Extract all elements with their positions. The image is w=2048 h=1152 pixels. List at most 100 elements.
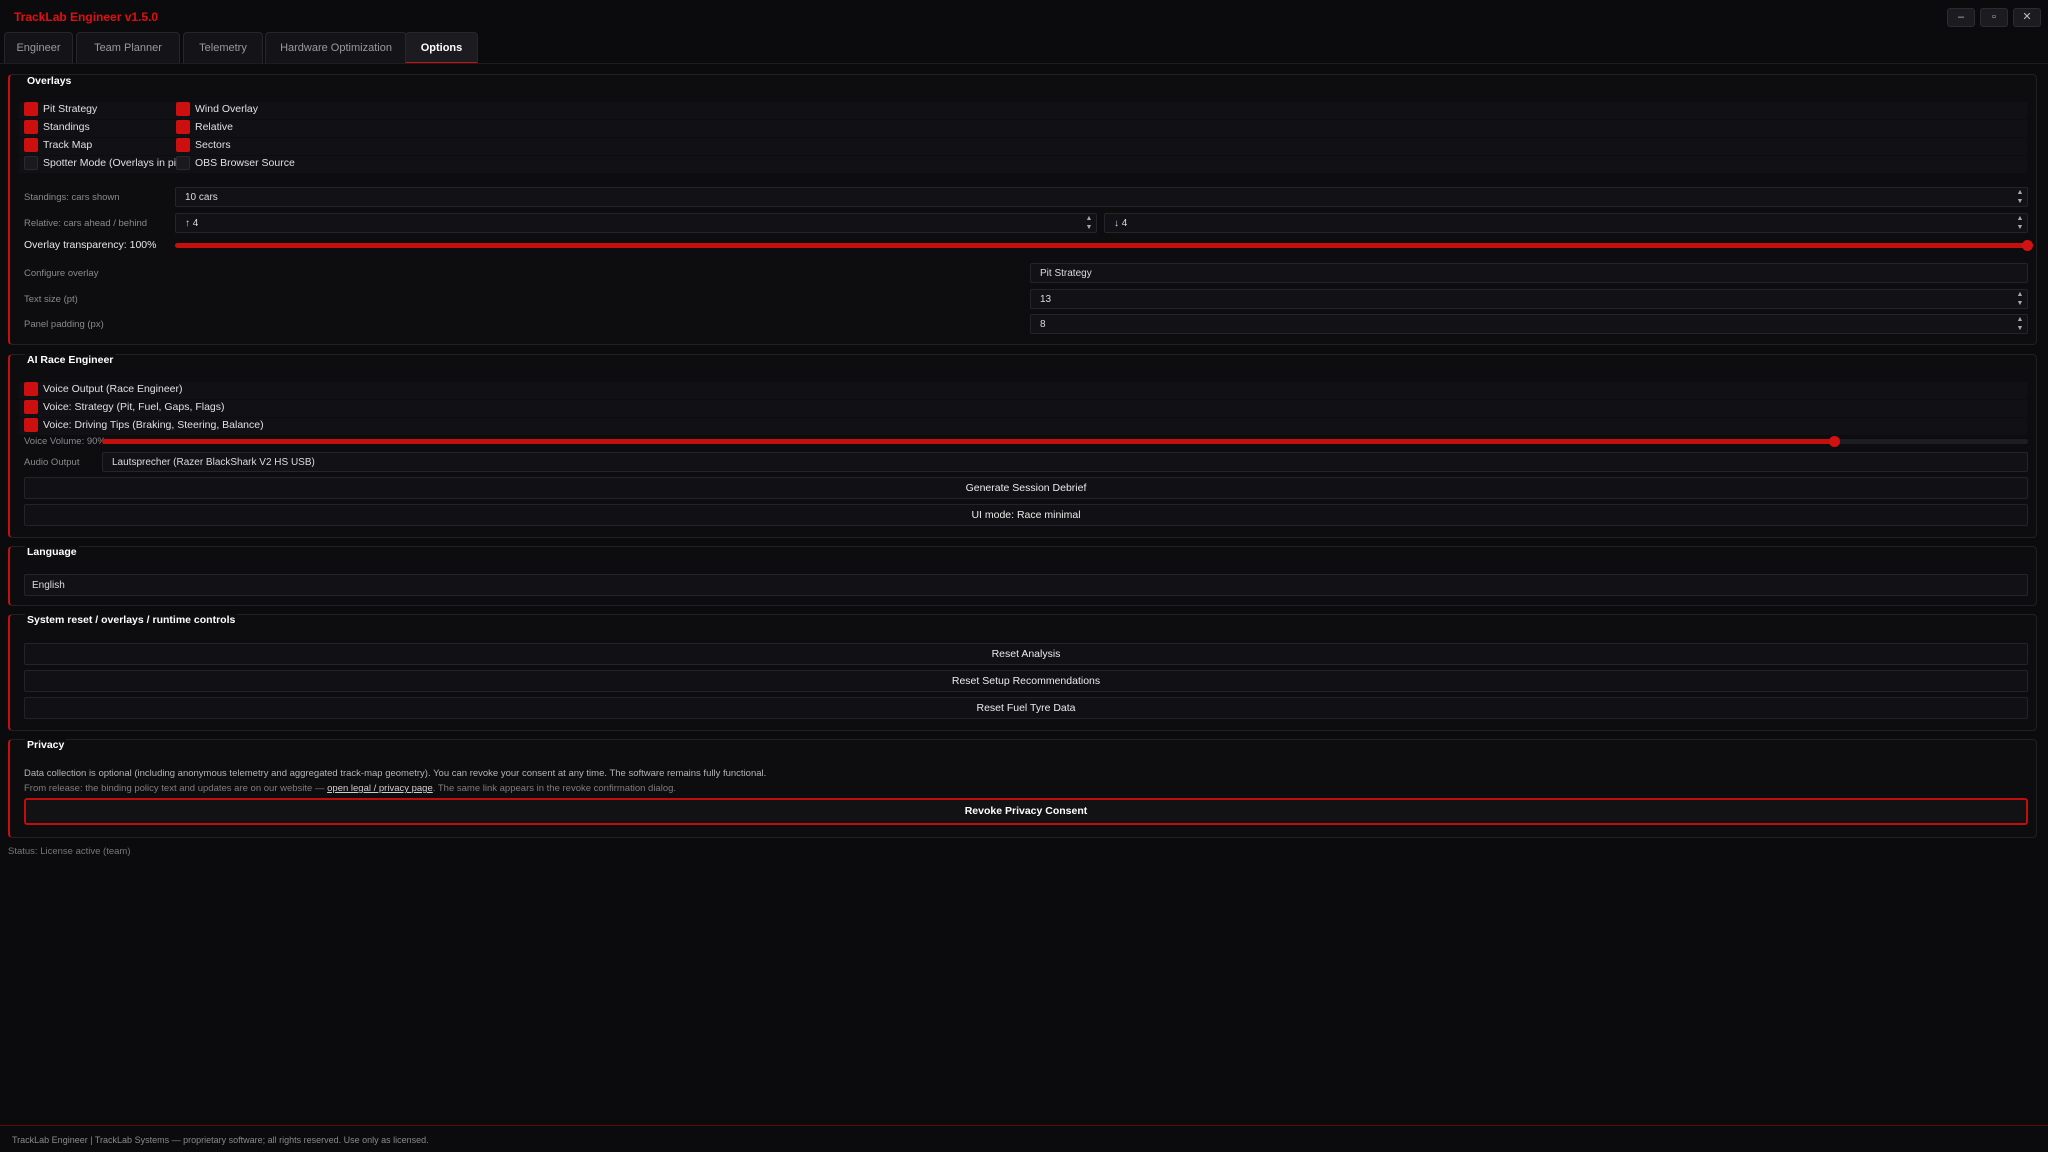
spotter-mode-label: Spotter Mode (Overlays in pit) — [43, 157, 183, 169]
transparency-slider-handle[interactable] — [2022, 240, 2033, 251]
wind-overlay-label: Wind Overlay — [195, 103, 259, 115]
audio-output-select[interactable]: Lautsprecher (Razer BlackShark V2 HS USB… — [102, 452, 2028, 472]
stripe — [19, 156, 2027, 173]
minimize-button[interactable]: – — [1947, 8, 1975, 27]
footer-divider — [0, 1125, 2048, 1126]
voice-volume-slider-fill — [102, 439, 1835, 444]
privacy-title: Privacy — [25, 739, 67, 751]
close-button[interactable]: ✕ — [2013, 8, 2041, 27]
app-title: TrackLab Engineer v1.5.0 — [14, 10, 159, 24]
overlays-title: Overlays — [25, 75, 74, 87]
voice-volume-label: Voice Volume: 90% — [24, 436, 106, 447]
title-bar: TrackLab Engineer v1.5.0 – ▫ ✕ — [0, 0, 2048, 30]
tab-options[interactable]: Options — [405, 32, 478, 64]
ai-engineer-title: AI Race Engineer — [25, 354, 116, 366]
configure-overlay-label: Configure overlay — [24, 268, 99, 279]
privacy-page-link[interactable]: open legal / privacy page — [327, 783, 433, 794]
ai-engineer-group: AI Race Engineer Voice Output (Race Engi… — [8, 354, 2037, 538]
spin-down-icon[interactable]: ▼ — [2015, 224, 2025, 232]
privacy-note-before: From release: the binding policy text an… — [24, 783, 328, 794]
language-select[interactable]: English — [24, 574, 2028, 596]
system-reset-group: System reset / overlays / runtime contro… — [8, 614, 2037, 731]
stripe — [19, 418, 2027, 435]
relative-ahead-stepper[interactable]: ↑ 4 ▲ ▼ — [175, 213, 1097, 233]
panel-padding-stepper[interactable]: 8 ▲ ▼ — [1030, 314, 2028, 334]
stripe — [19, 138, 2027, 155]
voice-volume-slider-handle[interactable] — [1829, 436, 1840, 447]
privacy-group: Privacy Data collection is optional (inc… — [8, 739, 2037, 838]
obs-browser-source-checkbox[interactable] — [176, 156, 190, 170]
standings-checkbox[interactable] — [24, 120, 38, 134]
spin-up-icon[interactable]: ▲ — [2015, 215, 2025, 223]
spin-down-icon[interactable]: ▼ — [2015, 198, 2025, 206]
standings-cars-label: Standings: cars shown — [24, 192, 120, 203]
panel-padding-value: 8 — [1040, 319, 1046, 330]
standings-cars-stepper[interactable]: 10 cars ▲ ▼ — [175, 187, 2028, 207]
footer-text: TrackLab Engineer | TrackLab Systems — p… — [12, 1135, 429, 1145]
language-value: English — [32, 580, 65, 591]
tab-divider — [0, 63, 2048, 64]
audio-output-label: Audio Output — [24, 457, 80, 468]
wind-overlay-checkbox[interactable] — [176, 102, 190, 116]
spin-up-icon[interactable]: ▲ — [2015, 316, 2025, 324]
voice-strategy-checkbox[interactable] — [24, 400, 38, 414]
spin-down-icon[interactable]: ▼ — [2015, 300, 2025, 308]
transparency-slider-fill — [175, 243, 2028, 248]
track-map-checkbox[interactable] — [24, 138, 38, 152]
voice-output-label: Voice Output (Race Engineer) — [43, 383, 183, 395]
status-text: Status: License active (team) — [8, 846, 131, 857]
tab-team-planner[interactable]: Team Planner — [76, 32, 180, 63]
revoke-consent-button[interactable]: Revoke Privacy Consent — [24, 798, 2028, 825]
spin-down-icon[interactable]: ▼ — [1084, 224, 1094, 232]
transparency-label: Overlay transparency: 100% — [24, 239, 157, 251]
privacy-note-after: . The same link appears in the revoke co… — [432, 783, 677, 794]
relative-cars-label: Relative: cars ahead / behind — [24, 218, 148, 229]
obs-browser-source-label: OBS Browser Source — [195, 157, 295, 169]
panel-padding-label: Panel padding (px) — [24, 319, 104, 330]
reset-setup-button[interactable]: Reset Setup Recommendations — [24, 670, 2028, 692]
language-title: Language — [25, 546, 79, 558]
pit-strategy-label: Pit Strategy — [43, 103, 98, 115]
voice-strategy-label: Voice: Strategy (Pit, Fuel, Gaps, Flags) — [43, 401, 225, 413]
track-map-label: Track Map — [43, 139, 93, 151]
spotter-mode-checkbox[interactable] — [24, 156, 38, 170]
language-group: Language English — [8, 546, 2037, 606]
voice-driving-tips-label: Voice: Driving Tips (Braking, Steering, … — [43, 419, 264, 431]
text-size-label: Text size (pt) — [24, 294, 78, 305]
standings-label: Standings — [43, 121, 90, 133]
privacy-policy-note: From release: the binding policy text an… — [24, 783, 676, 794]
spin-down-icon[interactable]: ▼ — [2015, 325, 2025, 333]
configure-overlay-select[interactable]: Pit Strategy — [1030, 263, 2028, 283]
standings-cars-value: 10 cars — [185, 192, 218, 203]
text-size-stepper[interactable]: 13 ▲ ▼ — [1030, 289, 2028, 309]
relative-behind-value: ↓ 4 — [1114, 218, 1128, 229]
reset-fuel-tyre-button[interactable]: Reset Fuel Tyre Data — [24, 697, 2028, 719]
voice-driving-tips-checkbox[interactable] — [24, 418, 38, 432]
tab-telemetry[interactable]: Telemetry — [183, 32, 263, 63]
configure-overlay-value: Pit Strategy — [1040, 268, 1092, 279]
sectors-checkbox[interactable] — [176, 138, 190, 152]
relative-ahead-value: ↑ 4 — [185, 218, 199, 229]
pit-strategy-checkbox[interactable] — [24, 102, 38, 116]
text-size-value: 13 — [1040, 294, 1052, 305]
tab-engineer[interactable]: Engineer — [4, 32, 73, 63]
maximize-button[interactable]: ▫ — [1980, 8, 2008, 27]
reset-analysis-button[interactable]: Reset Analysis — [24, 643, 2028, 665]
stripe — [19, 120, 2027, 137]
spin-up-icon[interactable]: ▲ — [2015, 291, 2025, 299]
tab-hardware-optimization[interactable]: Hardware Optimization — [265, 32, 407, 63]
relative-label: Relative — [195, 121, 233, 133]
spin-up-icon[interactable]: ▲ — [2015, 189, 2025, 197]
stripe — [19, 400, 2027, 417]
audio-output-value: Lautsprecher (Razer BlackShark V2 HS USB… — [112, 457, 315, 468]
privacy-description: Data collection is optional (including a… — [24, 768, 767, 779]
stripe — [19, 102, 2027, 119]
generate-debrief-button[interactable]: Generate Session Debrief — [24, 477, 2028, 499]
sectors-label: Sectors — [195, 139, 231, 151]
relative-behind-stepper[interactable]: ↓ 4 ▲ ▼ — [1104, 213, 2028, 233]
relative-checkbox[interactable] — [176, 120, 190, 134]
ui-mode-button[interactable]: UI mode: Race minimal — [24, 504, 2028, 526]
overlays-group: Overlays Pit Strategy Wind Overlay Stand… — [8, 74, 2037, 345]
spin-up-icon[interactable]: ▲ — [1084, 215, 1094, 223]
voice-output-checkbox[interactable] — [24, 382, 38, 396]
